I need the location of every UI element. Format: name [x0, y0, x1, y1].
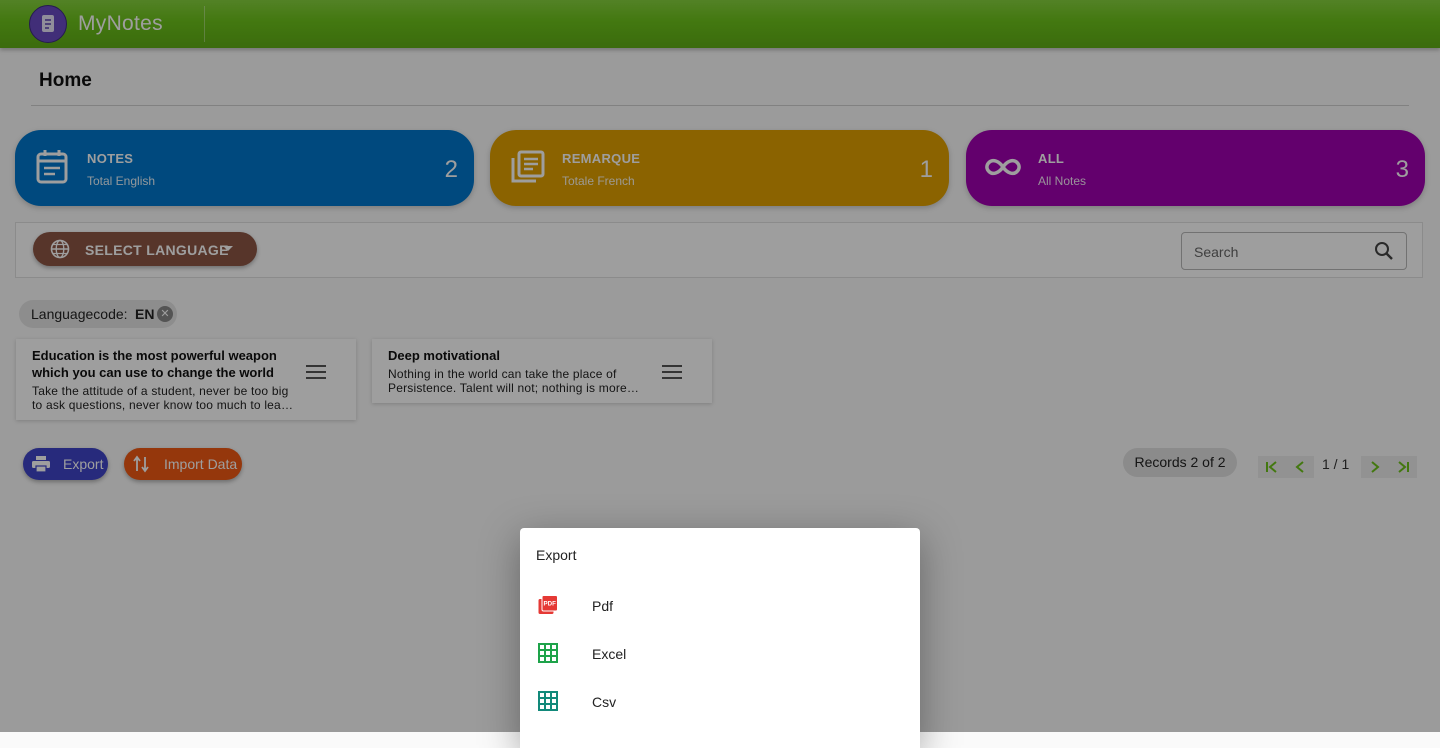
pdf-icon: PDF: [538, 595, 558, 614]
export-option-label: Csv: [592, 694, 617, 710]
grid-table-icon: [538, 691, 558, 711]
export-csv-option[interactable]: Csv: [520, 677, 920, 725]
export-excel-option[interactable]: Excel: [520, 629, 920, 677]
export-option-label: Excel: [592, 646, 627, 662]
export-option-label: Pdf: [592, 598, 614, 614]
grid-table-icon: [538, 643, 558, 663]
export-dialog: Export PDF Pdf Excel Csv: [520, 528, 920, 748]
dialog-title: Export: [536, 547, 577, 563]
export-pdf-option[interactable]: PDF Pdf: [520, 581, 920, 629]
svg-text:PDF: PDF: [544, 601, 557, 608]
